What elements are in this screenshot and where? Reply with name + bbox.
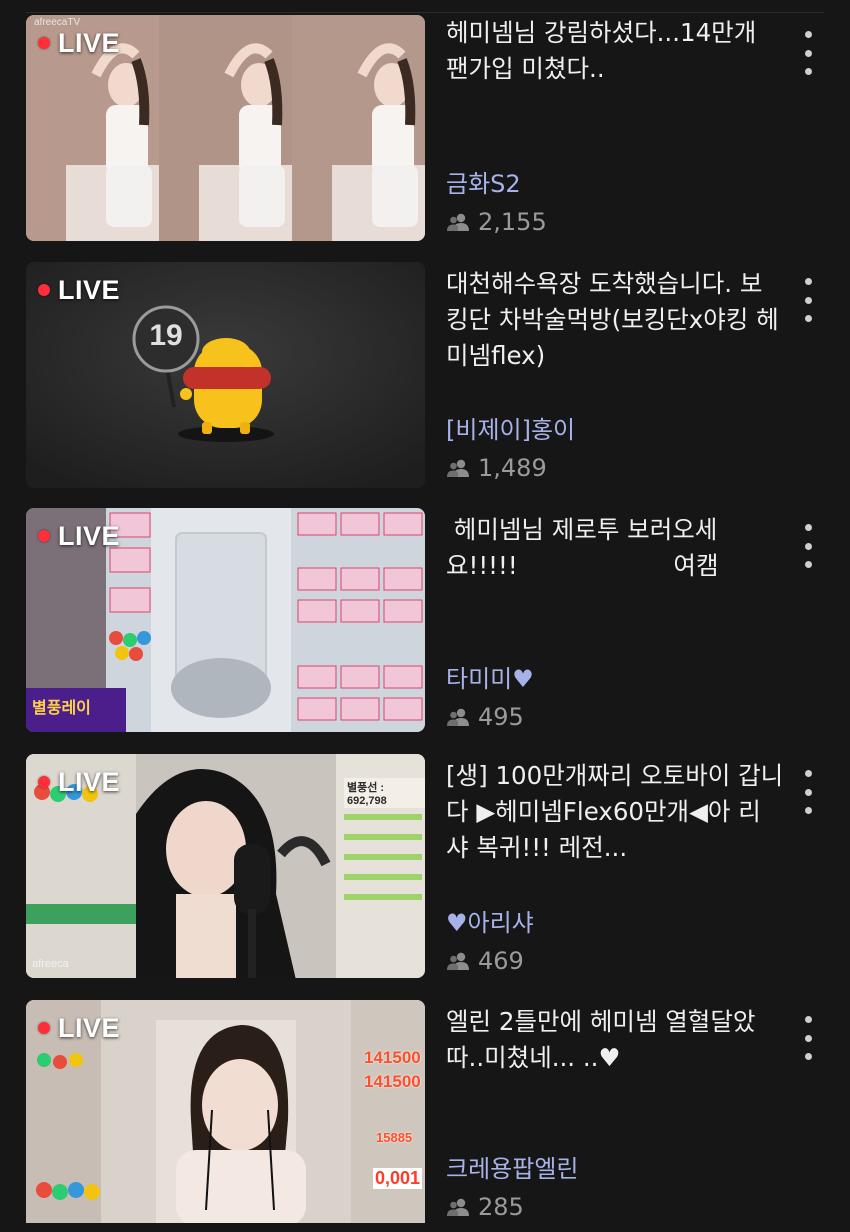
viewer-count-value: 2,155 [478, 208, 547, 236]
viewer-count-value: 1,489 [478, 454, 547, 482]
more-options-button[interactable] [796, 278, 820, 322]
viewer-count-value: 469 [478, 947, 524, 975]
viewer-count-value: 495 [478, 703, 524, 731]
stream-info: [생] 100만개짜리 오토바이 갑니다 ▶헤미넴Flex60만개◀아 리 샤 … [446, 758, 786, 984]
thumbnail-logo: afreeca [32, 958, 69, 970]
live-dot-icon [38, 776, 50, 788]
live-badge: LIVE [38, 518, 120, 554]
streamer-name[interactable]: 금화S2 [446, 169, 521, 199]
live-dot-icon [38, 530, 50, 542]
viewer-count-value: 285 [478, 1193, 524, 1221]
stream-title[interactable]: 엘린 2틀만에 헤미넴 열혈달았따..미쳤네... ..♥ [446, 1004, 784, 1076]
viewer-count: 469 [446, 946, 524, 976]
stream-title[interactable]: 헤미넴님 강림하셨다...14만개 팬가입 미쳤다.. [446, 15, 784, 87]
gift-overlay-value: 0,001 [373, 1168, 423, 1189]
live-label: LIVE [58, 1012, 121, 1043]
people-icon [447, 213, 469, 231]
gift-counter: 별풍선 : 692,798 [344, 778, 425, 808]
more-vertical-icon [804, 1016, 812, 1023]
gift-overlay-value: 141500 [364, 1048, 421, 1067]
live-label: LIVE [58, 274, 121, 305]
list-item[interactable]: 141500 141500 15885 0,001 LIVE 엘린 2틀만에 헤… [0, 1000, 850, 1232]
streamer-name[interactable]: 크레용팝엘린 [446, 1154, 578, 1184]
more-options-button[interactable] [796, 31, 820, 75]
live-label: LIVE [58, 766, 121, 797]
more-vertical-icon [804, 770, 812, 777]
list-item[interactable]: afreecaTV LIVE 헤미넴님 강림하셨다...14만개 팬가입 미쳤다… [0, 15, 850, 247]
viewer-count: 495 [446, 702, 524, 732]
age-restriction-badge: 19 [149, 319, 183, 352]
stream-thumbnail[interactable]: afreecaTV LIVE [26, 15, 425, 241]
stream-thumbnail[interactable]: 141500 141500 15885 0,001 LIVE [26, 1000, 425, 1223]
viewer-count: 2,155 [446, 207, 547, 237]
stream-title[interactable]: 헤미넴님 제로투 보러오세요!!!!! 여캠 [446, 512, 784, 584]
more-vertical-icon [804, 31, 812, 38]
streamer-name[interactable]: ♥아리샤 [446, 908, 534, 938]
viewer-count: 285 [446, 1192, 524, 1222]
more-vertical-icon [804, 524, 812, 531]
people-icon [447, 1198, 469, 1216]
list-item[interactable]: 별풍레이 LIVE 헤미넴님 제로투 보러오세요!!!!! 여캠 타미미♥ 49… [0, 508, 850, 740]
live-badge: LIVE [38, 1010, 120, 1046]
people-icon [447, 708, 469, 726]
thumbnail-banner: 별풍레이 [32, 700, 91, 717]
gift-overlay-value: 15885 [376, 1130, 413, 1145]
list-item[interactable]: 별풍선 : 692,798 afreeca LIVE [생] 100만개짜리 오… [0, 754, 850, 986]
more-vertical-icon [804, 278, 812, 285]
people-icon [447, 459, 469, 477]
live-badge: LIVE [38, 764, 120, 800]
live-badge: LIVE [38, 272, 120, 308]
list-item[interactable]: 19 LIVE 대천해수욕장 도착했습니다. 보킹단 차박술먹방(보킹단x야킹 … [0, 262, 850, 494]
stream-title[interactable]: 대천해수욕장 도착했습니다. 보킹단 차박술먹방(보킹단x야킹 헤미넴flex) [446, 266, 784, 374]
more-options-button[interactable] [796, 524, 820, 568]
live-badge: LIVE [38, 25, 120, 61]
gift-overlay-value: 141500 [364, 1072, 421, 1091]
viewer-count: 1,489 [446, 453, 547, 483]
stream-thumbnail[interactable]: 19 LIVE [26, 262, 425, 488]
stream-thumbnail[interactable]: 별풍선 : 692,798 afreeca LIVE [26, 754, 425, 978]
live-label: LIVE [58, 520, 121, 551]
streamer-name[interactable]: 타미미♥ [446, 664, 534, 694]
live-feed: afreecaTV LIVE 헤미넴님 강림하셨다...14만개 팬가입 미쳤다… [0, 0, 850, 1223]
stream-info: 대천해수욕장 도착했습니다. 보킹단 차박술먹방(보킹단x야킹 헤미넴flex)… [446, 266, 786, 492]
live-label: LIVE [58, 27, 121, 58]
stream-thumbnail[interactable]: 별풍레이 LIVE [26, 508, 425, 732]
people-icon [447, 952, 469, 970]
live-dot-icon [38, 1022, 50, 1034]
stream-title[interactable]: [생] 100만개짜리 오토바이 갑니다 ▶헤미넴Flex60만개◀아 리 샤 … [446, 758, 784, 866]
live-dot-icon [38, 284, 50, 296]
more-options-button[interactable] [796, 770, 820, 814]
stream-info: 헤미넴님 강림하셨다...14만개 팬가입 미쳤다.. 금화S2 2,155 [446, 15, 786, 241]
streamer-name[interactable]: [비제이]홍이 [446, 415, 575, 445]
live-dot-icon [38, 37, 50, 49]
more-options-button[interactable] [796, 1016, 820, 1060]
stream-info: 엘린 2틀만에 헤미넴 열혈달았따..미쳤네... ..♥ 크레용팝엘린 285 [446, 1004, 786, 1230]
stream-info: 헤미넴님 제로투 보러오세요!!!!! 여캠 타미미♥ 495 [446, 512, 786, 738]
